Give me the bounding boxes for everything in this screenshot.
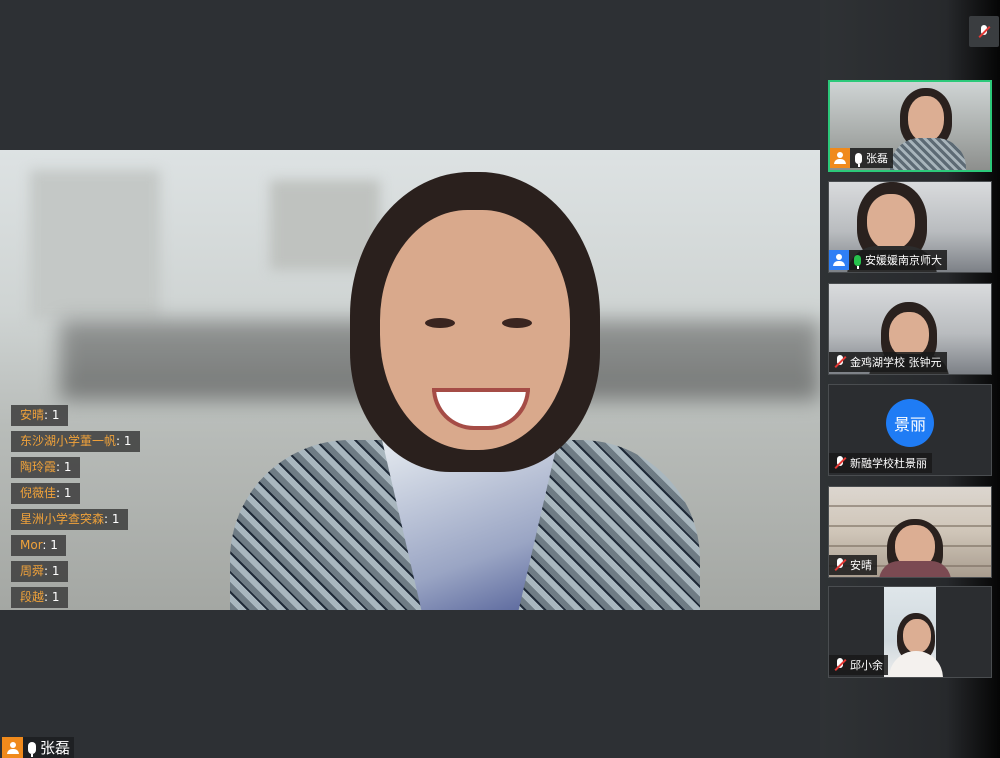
- chat-sender: 安晴: [20, 408, 45, 422]
- chat-message: Mor: 1: [11, 535, 66, 556]
- participant-face: [908, 96, 944, 142]
- chat-sender: 周舜: [20, 564, 45, 578]
- chat-count: : 1: [42, 538, 58, 552]
- participant-tile[interactable]: 张磊: [828, 80, 992, 172]
- chat-message: 星洲小学查突森: 1: [11, 509, 128, 530]
- microphone-muted-icon: [834, 658, 846, 672]
- person-icon: [2, 737, 23, 758]
- speaker-eye: [502, 318, 532, 328]
- participant-tile[interactable]: 邱小余: [828, 586, 992, 678]
- participant-name: 安晴: [850, 559, 872, 572]
- participant-name-tag: 安媛媛南京师大: [829, 250, 947, 270]
- chat-count: : 1: [44, 564, 60, 578]
- chat-sender: Mor: [20, 538, 43, 552]
- participant-name-tag: 邱小余: [829, 655, 888, 675]
- chat-count: : 1: [44, 408, 60, 422]
- participant-name-tag: 安晴: [829, 555, 877, 575]
- participant-tile[interactable]: 安晴: [828, 486, 992, 578]
- participant-face: [867, 194, 915, 250]
- chat-overlay: 安晴: 1 东沙湖小学董一帆: 1 陶玲霞: 1 倪薇佳: 1 星洲小学查突森:…: [11, 405, 140, 613]
- participant-name: 邱小余: [850, 659, 883, 672]
- main-speaker-name-tag: 张磊: [2, 737, 75, 758]
- participant-name-tag: 张磊: [830, 148, 893, 168]
- chat-count: : 1: [56, 460, 72, 474]
- person-icon: [829, 250, 849, 270]
- chat-message: 周舜: 1: [11, 561, 68, 582]
- chat-sender: 星洲小学查突森: [20, 512, 105, 526]
- chat-message: 陶玲霞: 1: [11, 457, 80, 478]
- chat-count: : 1: [104, 512, 120, 526]
- microphone-muted-icon: [834, 355, 846, 369]
- microphone-icon: [28, 741, 36, 757]
- participant-name-tag: 新融学校杜景丽: [829, 453, 932, 473]
- avatar: 景丽: [886, 399, 934, 447]
- microphone-muted-icon: [978, 24, 990, 39]
- speaker-eye: [425, 318, 455, 328]
- background-wall-frame: [30, 170, 160, 320]
- participant-name: 新融学校杜景丽: [850, 457, 927, 470]
- microphone-icon: [855, 152, 862, 167]
- participant-name: 安媛媛南京师大: [865, 254, 942, 267]
- chat-message: 安晴: 1: [11, 405, 68, 426]
- participant-tile[interactable]: 安媛媛南京师大: [828, 181, 992, 273]
- microphone-speaking-icon: [854, 254, 861, 269]
- mute-toggle-button[interactable]: [969, 16, 999, 47]
- main-speaker-name: 张磊: [40, 739, 71, 757]
- chat-count: : 1: [44, 590, 60, 604]
- participant-name: 金鸡湖学校 张钟元: [850, 356, 942, 369]
- participant-name: 张磊: [866, 152, 888, 165]
- participant-tile[interactable]: 景丽 新融学校杜景丽: [828, 384, 992, 476]
- microphone-muted-icon: [834, 558, 846, 572]
- chat-sender: 段越: [20, 590, 45, 604]
- chat-sender: 倪薇佳: [20, 486, 57, 500]
- chat-count: : 1: [116, 434, 132, 448]
- participant-face: [903, 619, 931, 653]
- participant-tile[interactable]: 金鸡湖学校 张钟元: [828, 283, 992, 375]
- participant-name-tag: 金鸡湖学校 张钟元: [829, 352, 947, 372]
- person-icon: [830, 148, 850, 168]
- chat-message: 段越: 1: [11, 587, 68, 608]
- chat-count: : 1: [56, 486, 72, 500]
- chat-message: 东沙湖小学董一帆: 1: [11, 431, 140, 452]
- chat-sender: 陶玲霞: [20, 460, 57, 474]
- chat-sender: 东沙湖小学董一帆: [20, 434, 117, 448]
- main-video-stage: 安晴: 1 东沙湖小学董一帆: 1 陶玲霞: 1 倪薇佳: 1 星洲小学查突森:…: [0, 0, 820, 758]
- participant-body: [879, 561, 951, 577]
- microphone-muted-icon: [834, 456, 846, 470]
- chat-message: 倪薇佳: 1: [11, 483, 80, 504]
